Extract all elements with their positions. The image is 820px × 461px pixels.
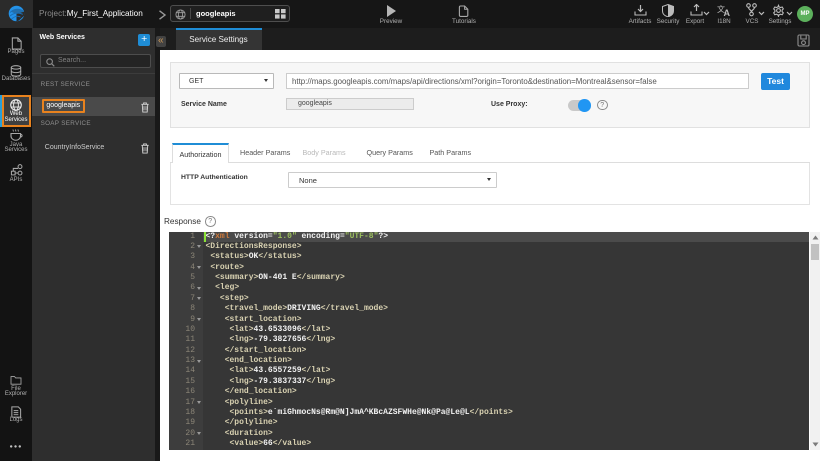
svg-text:A: A — [724, 8, 731, 17]
